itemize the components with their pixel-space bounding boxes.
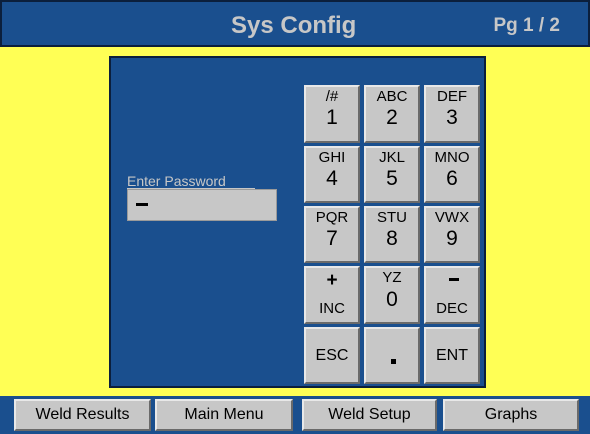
key-6-digit: 6 <box>446 167 458 190</box>
minus-icon <box>449 278 459 281</box>
key-8-digit: 8 <box>386 227 398 250</box>
key-0-digit: 0 <box>386 288 398 311</box>
key-5-letters: JKL <box>379 149 405 166</box>
key-esc[interactable]: ESC <box>304 327 360 384</box>
key-9-letters: VWX <box>434 209 470 226</box>
key-2[interactable]: ABC 2 <box>364 85 420 143</box>
key-3-letters: DEF <box>437 88 467 105</box>
key-4-letters: GHI <box>318 149 346 166</box>
key-5[interactable]: JKL 5 <box>364 146 420 203</box>
key-8-letters: STU <box>377 209 407 226</box>
key-1-digit: 1 <box>326 106 338 129</box>
key-0[interactable]: YZ 0 <box>364 266 420 324</box>
password-input[interactable] <box>127 189 277 221</box>
key-7-letters: PQR <box>315 209 349 226</box>
key-ent[interactable]: ENT <box>424 327 480 384</box>
key-0-letters: YZ <box>382 269 402 286</box>
key-3[interactable]: DEF 3 <box>424 85 480 143</box>
key-decimal-point[interactable] <box>364 327 420 384</box>
key-4[interactable]: GHI 4 <box>304 146 360 203</box>
key-2-letters: ABC <box>376 88 408 105</box>
esc-label: ESC <box>315 347 349 364</box>
key-3-digit: 3 <box>446 106 458 129</box>
graphs-button[interactable]: Graphs <box>443 399 579 431</box>
text-cursor <box>136 203 148 206</box>
key-9-digit: 9 <box>446 227 458 250</box>
page-indicator: Pg 1 / 2 <box>493 15 560 36</box>
key-7[interactable]: PQR 7 <box>304 206 360 263</box>
page-title: Sys Config <box>231 12 357 39</box>
key-inc[interactable]: + INC <box>304 266 360 324</box>
weld-setup-button[interactable]: Weld Setup <box>302 399 437 431</box>
main-menu-button[interactable]: Main Menu <box>155 399 293 431</box>
key-9[interactable]: VWX 9 <box>424 206 480 263</box>
password-label: Enter Password <box>127 173 226 189</box>
plus-label: + <box>326 270 338 291</box>
decimal-point-icon <box>391 359 396 364</box>
title-bar: Sys Config Pg 1 / 2 <box>0 0 590 47</box>
key-7-digit: 7 <box>326 227 338 250</box>
key-dec[interactable]: DEC <box>424 266 480 324</box>
key-6-letters: MNO <box>434 149 470 166</box>
key-6[interactable]: MNO 6 <box>424 146 480 203</box>
dec-label: DEC <box>436 300 468 317</box>
inc-label: INC <box>319 300 345 317</box>
key-4-digit: 4 <box>326 167 338 190</box>
key-5-digit: 5 <box>386 167 398 190</box>
key-2-digit: 2 <box>386 106 398 129</box>
key-1-letters: /# <box>325 88 339 105</box>
key-1[interactable]: /# 1 <box>304 85 360 143</box>
weld-results-button[interactable]: Weld Results <box>14 399 151 431</box>
key-8[interactable]: STU 8 <box>364 206 420 263</box>
ent-label: ENT <box>436 347 468 364</box>
